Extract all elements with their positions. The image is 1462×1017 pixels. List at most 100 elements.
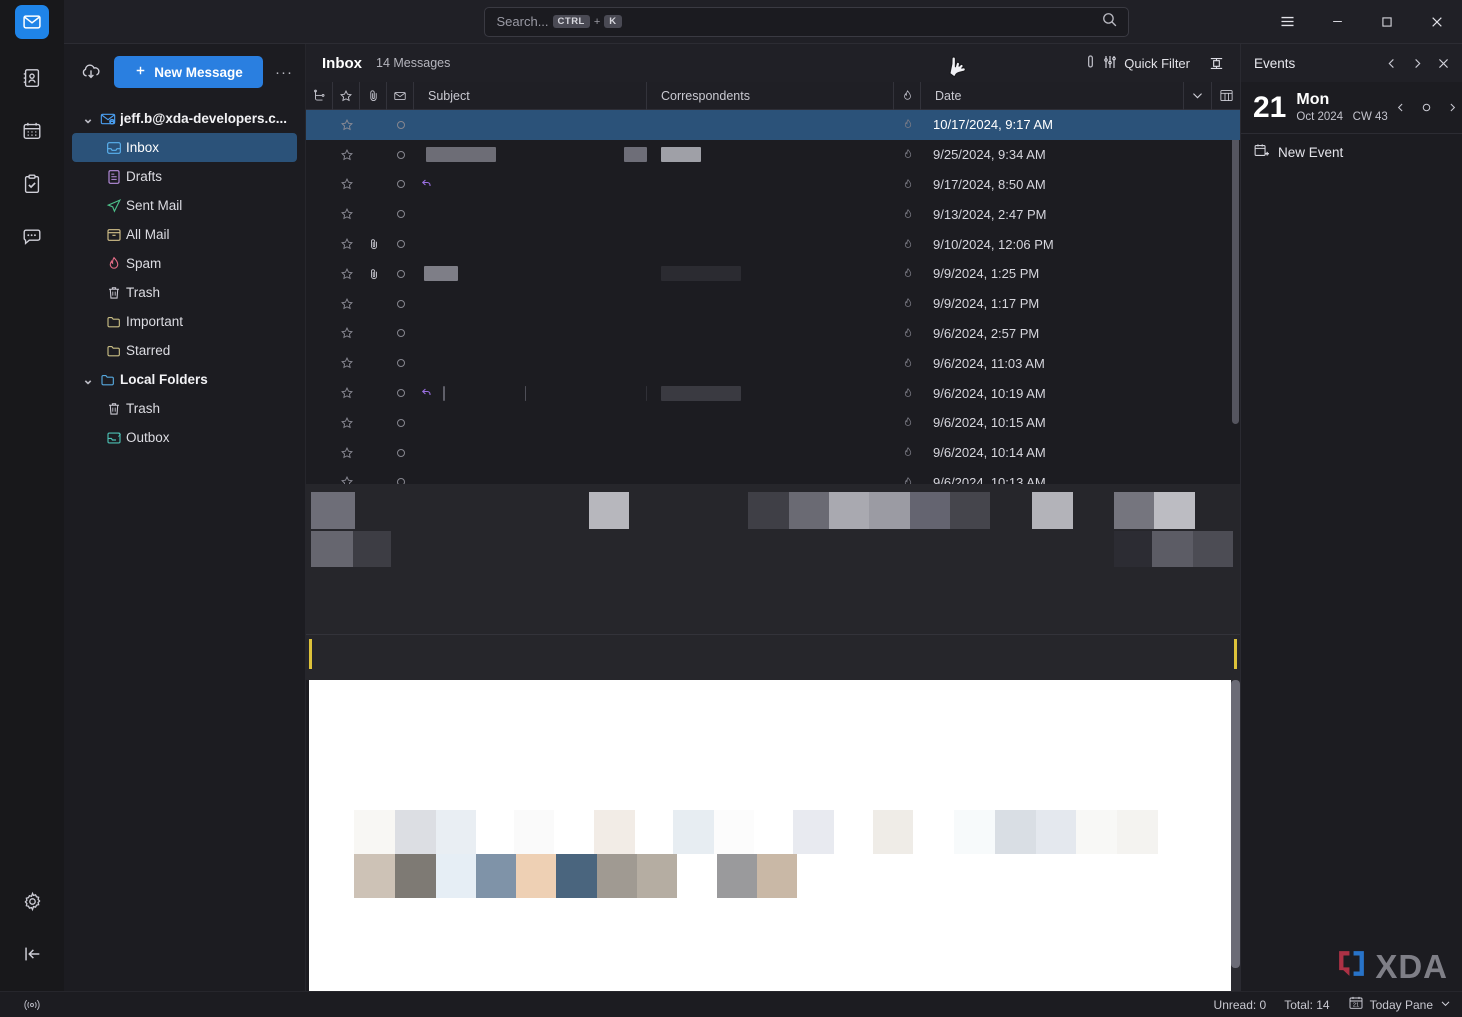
read-status-icon[interactable] (387, 389, 414, 397)
chevron-left-icon[interactable] (1378, 50, 1404, 76)
search-input[interactable]: Search... CTRL + K (484, 7, 1129, 37)
read-status-icon[interactable] (387, 300, 414, 308)
read-status-icon[interactable] (387, 419, 414, 427)
reading-pane-scroll-thumb[interactable] (1231, 680, 1240, 968)
close-icon[interactable] (1412, 0, 1462, 44)
read-status-icon[interactable] (387, 210, 414, 218)
column-date[interactable]: Date (921, 82, 1184, 110)
read-status-icon[interactable] (387, 329, 414, 337)
folder-item-local-folders[interactable]: ⌄Local Folders (72, 365, 297, 394)
redacted-block (556, 854, 597, 898)
hamburger-menu-icon[interactable] (1262, 0, 1312, 44)
message-row[interactable]: 9/6/2024, 10:13 AM (306, 468, 1240, 484)
folder-item-outbox[interactable]: Outbox (72, 423, 297, 452)
message-row[interactable]: 9/6/2024, 10:15 AM (306, 408, 1240, 438)
folder-item-sent-mail[interactable]: Sent Mail (72, 191, 297, 220)
new-message-button[interactable]: New Message (114, 56, 263, 88)
star-icon[interactable] (333, 416, 360, 430)
events-close-icon[interactable] (1430, 50, 1456, 76)
folder-item-inbox[interactable]: Inbox (72, 133, 297, 162)
folder-item-label: Trash (126, 401, 160, 416)
folder-item-trash[interactable]: Trash (72, 278, 297, 307)
read-status-icon[interactable] (387, 151, 414, 159)
message-row[interactable]: 9/17/2024, 8:50 AM (306, 170, 1240, 200)
star-icon[interactable] (333, 446, 360, 460)
message-row[interactable]: 9/25/2024, 9:34 AM (306, 140, 1240, 170)
folder-item-spam[interactable]: Spam (72, 249, 297, 278)
search-icon[interactable] (1101, 11, 1118, 33)
star-icon[interactable] (333, 356, 360, 370)
star-icon[interactable] (333, 475, 360, 484)
rail-item-tasks[interactable] (10, 162, 54, 206)
folder-item-starred[interactable]: Starred (72, 336, 297, 365)
column-subject[interactable]: Subject (414, 82, 647, 110)
read-status-icon[interactable] (387, 270, 414, 278)
read-status-icon[interactable] (387, 359, 414, 367)
star-icon[interactable] (333, 267, 360, 281)
message-row[interactable]: 10/17/2024, 9:17 AM (306, 110, 1240, 140)
message-row[interactable]: 9/6/2024, 10:14 AM (306, 438, 1240, 468)
display-options-icon[interactable] (1202, 50, 1230, 76)
today-circle-icon[interactable] (1414, 95, 1440, 121)
date-prev-chevron-left-icon[interactable] (1388, 95, 1414, 121)
folder-pane-more-button[interactable]: ··· (271, 57, 297, 87)
read-status-icon[interactable] (387, 180, 414, 188)
read-status-icon[interactable] (387, 240, 414, 248)
search-placeholder: Search... (497, 14, 549, 29)
event-day-number: 21 (1253, 93, 1286, 123)
column-correspondents[interactable]: Correspondents (647, 82, 894, 110)
chevron-right-icon[interactable] (1404, 50, 1430, 76)
reading-pane-scrollbar[interactable] (1231, 680, 1240, 991)
message-row[interactable]: 9/6/2024, 10:19 AM (306, 378, 1240, 408)
message-row[interactable]: 9/10/2024, 12:06 PM (306, 229, 1240, 259)
quick-filter-button[interactable]: Quick Filter (1077, 50, 1198, 77)
message-date: 9/6/2024, 10:19 AM (921, 386, 1240, 401)
star-icon[interactable] (333, 148, 360, 162)
folder-item-trash[interactable]: Trash (72, 394, 297, 423)
folder-item-all-mail[interactable]: All Mail (72, 220, 297, 249)
message-row[interactable]: 9/6/2024, 11:03 AM (306, 348, 1240, 378)
new-event-button[interactable]: New Event (1241, 134, 1462, 170)
rail-item-settings[interactable] (10, 879, 54, 923)
column-thread[interactable] (306, 82, 333, 110)
column-flame[interactable] (894, 82, 921, 110)
message-row[interactable]: 9/9/2024, 1:25 PM (306, 259, 1240, 289)
rail-item-chat[interactable] (10, 215, 54, 259)
star-icon[interactable] (333, 207, 360, 221)
column-star[interactable] (333, 82, 360, 110)
column-attachment[interactable] (360, 82, 387, 110)
column-picker-icon[interactable] (1212, 82, 1240, 110)
star-icon[interactable] (333, 177, 360, 191)
date-next-chevron-right-icon[interactable] (1440, 95, 1462, 121)
rail-item-address-book[interactable] (10, 56, 54, 100)
folder-item-important[interactable]: Important (72, 307, 297, 336)
flame-icon (894, 297, 921, 310)
star-icon[interactable] (333, 386, 360, 400)
star-icon[interactable] (333, 237, 360, 251)
reading-pane[interactable] (309, 680, 1240, 991)
message-row[interactable]: 9/9/2024, 1:17 PM (306, 289, 1240, 319)
star-icon[interactable] (333, 326, 360, 340)
chevron-down-icon[interactable]: ⌄ (80, 372, 96, 388)
message-row[interactable]: 9/13/2024, 2:47 PM (306, 199, 1240, 229)
rail-item-calendar[interactable] (10, 109, 54, 153)
message-list[interactable]: 10/17/2024, 9:17 AM9/25/2024, 9:34 AM9/1… (306, 110, 1240, 484)
minimize-icon[interactable] (1312, 0, 1362, 44)
new-event-label: New Event (1278, 145, 1343, 160)
star-icon[interactable] (333, 297, 360, 311)
event-month-week: Oct 2024 CW 43 (1296, 111, 1387, 123)
message-row[interactable]: 9/6/2024, 2:57 PM (306, 319, 1240, 349)
read-status-icon[interactable] (387, 449, 414, 457)
read-status-icon[interactable] (387, 121, 414, 129)
rail-item-collapse[interactable] (10, 932, 54, 976)
maximize-icon[interactable] (1362, 0, 1412, 44)
folder-item-jeff-b-xda-developers-c[interactable]: ⌄jeff.b@xda-developers.c... (72, 104, 297, 133)
column-unread[interactable] (387, 82, 414, 110)
folder-item-drafts[interactable]: Drafts (72, 162, 297, 191)
column-sort-chevron-down-icon[interactable] (1184, 82, 1212, 110)
star-icon[interactable] (333, 118, 360, 132)
today-pane-toggle[interactable]: 21 Today Pane (1348, 995, 1452, 1014)
cloud-download-icon[interactable] (76, 57, 106, 87)
sync-broadcast-icon (0, 997, 64, 1013)
chevron-down-icon[interactable]: ⌄ (80, 111, 96, 127)
